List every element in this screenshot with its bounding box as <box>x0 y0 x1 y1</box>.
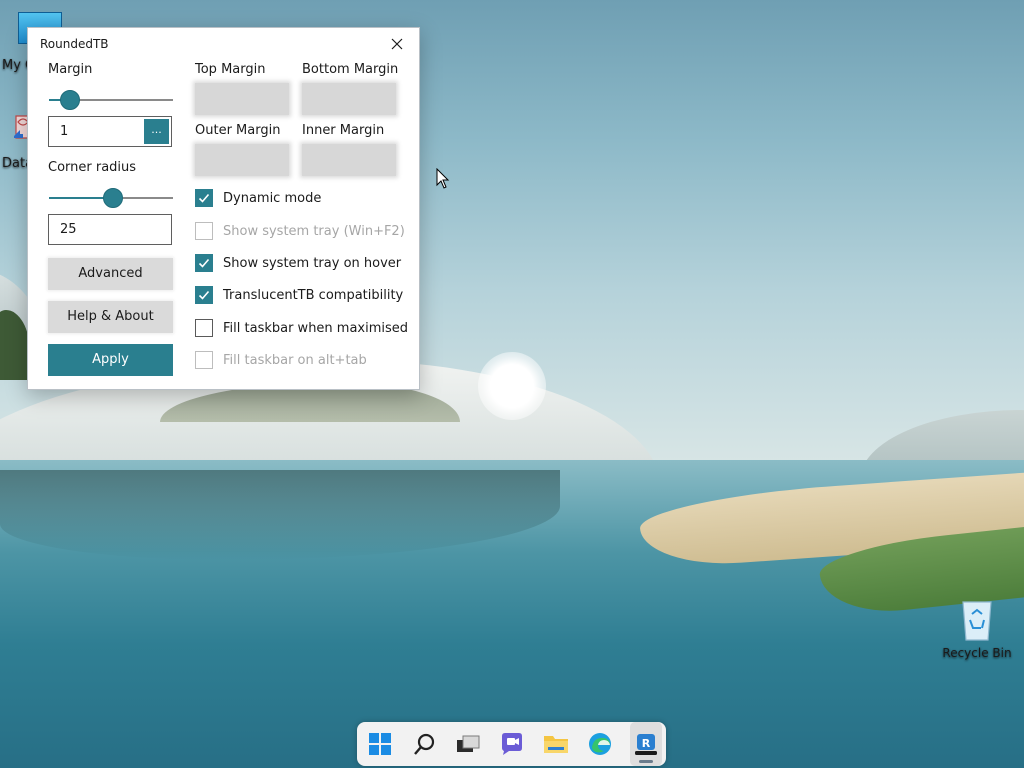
option-checkbox[interactable] <box>195 189 213 207</box>
option-checkbox[interactable] <box>195 254 213 272</box>
margin-more-button[interactable]: ... <box>144 119 169 144</box>
option-show-system-tray[interactable]: Show system tray (Win+F2) <box>195 221 405 241</box>
option-fill-on-alt-tab[interactable]: Fill taskbar on alt+tab <box>195 350 367 370</box>
desktop-icon-recycle-bin[interactable]: Recycle Bin <box>940 598 1014 660</box>
outer-margin-label: Outer Margin <box>195 123 281 138</box>
option-show-tray-on-hover[interactable]: Show system tray on hover <box>195 253 401 273</box>
roundedtb-icon[interactable]: R <box>632 730 660 758</box>
window-title: RoundedTB <box>40 37 109 51</box>
taskbar: R <box>357 722 666 766</box>
outer-margin-input[interactable] <box>195 144 289 176</box>
option-label: Fill taskbar when maximised <box>223 320 409 336</box>
option-label: Dynamic mode <box>223 190 322 206</box>
top-margin-input[interactable] <box>195 83 289 115</box>
option-label: Show system tray (Win+F2) <box>223 223 405 239</box>
top-margin-label: Top Margin <box>195 62 266 77</box>
corner-radius-value: 25 <box>60 222 77 237</box>
corner-radius-input[interactable]: 25 <box>48 214 172 245</box>
margin-label: Margin <box>48 62 93 77</box>
corner-radius-label: Corner radius <box>48 160 137 175</box>
wallpaper-sun <box>478 352 546 420</box>
option-translucenttb-compat[interactable]: TranslucentTB compatibility <box>195 285 403 305</box>
margin-slider[interactable] <box>49 89 173 111</box>
roundedtb-window: RoundedTB Margin 1 ... Corner radius 25 … <box>27 27 420 390</box>
close-button[interactable] <box>380 32 414 56</box>
start-icon[interactable] <box>366 730 394 758</box>
option-label: TranslucentTB compatibility <box>223 287 404 303</box>
option-checkbox[interactable] <box>195 351 213 369</box>
option-checkbox[interactable] <box>195 319 213 337</box>
bottom-margin-input[interactable] <box>302 83 396 115</box>
advanced-button[interactable]: Advanced <box>48 258 173 290</box>
mouse-cursor-icon <box>436 167 450 194</box>
task-view-icon[interactable] <box>454 730 482 758</box>
option-dynamic-mode[interactable]: Dynamic mode <box>195 188 321 208</box>
bottom-margin-label: Bottom Margin <box>302 62 399 77</box>
desktop-icon-label: Recycle Bin <box>942 646 1012 660</box>
file-explorer-icon[interactable] <box>542 730 570 758</box>
option-label: Fill taskbar on alt+tab <box>223 352 367 368</box>
svg-text:R: R <box>642 737 651 750</box>
help-about-button[interactable]: Help & About <box>48 301 173 333</box>
corner-radius-slider[interactable] <box>49 187 173 209</box>
title-bar[interactable]: RoundedTB <box>28 28 419 60</box>
margin-input[interactable]: 1 ... <box>48 116 172 147</box>
edge-icon[interactable] <box>586 730 614 758</box>
recycle-bin-icon <box>958 598 996 642</box>
close-icon <box>391 35 403 54</box>
chat-icon[interactable] <box>498 730 526 758</box>
option-checkbox[interactable] <box>195 286 213 304</box>
margin-value: 1 <box>60 124 69 139</box>
option-checkbox[interactable] <box>195 222 213 240</box>
slider-thumb[interactable] <box>60 90 80 110</box>
option-fill-when-maximised[interactable]: Fill taskbar when maximised <box>195 318 408 338</box>
inner-margin-label: Inner Margin <box>302 123 385 138</box>
inner-margin-input[interactable] <box>302 144 396 176</box>
search-icon[interactable] <box>411 730 439 758</box>
taskbar-running-indicator <box>639 760 653 763</box>
option-label: Show system tray on hover <box>223 255 402 271</box>
slider-thumb[interactable] <box>103 188 123 208</box>
apply-button[interactable]: Apply <box>48 344 173 376</box>
